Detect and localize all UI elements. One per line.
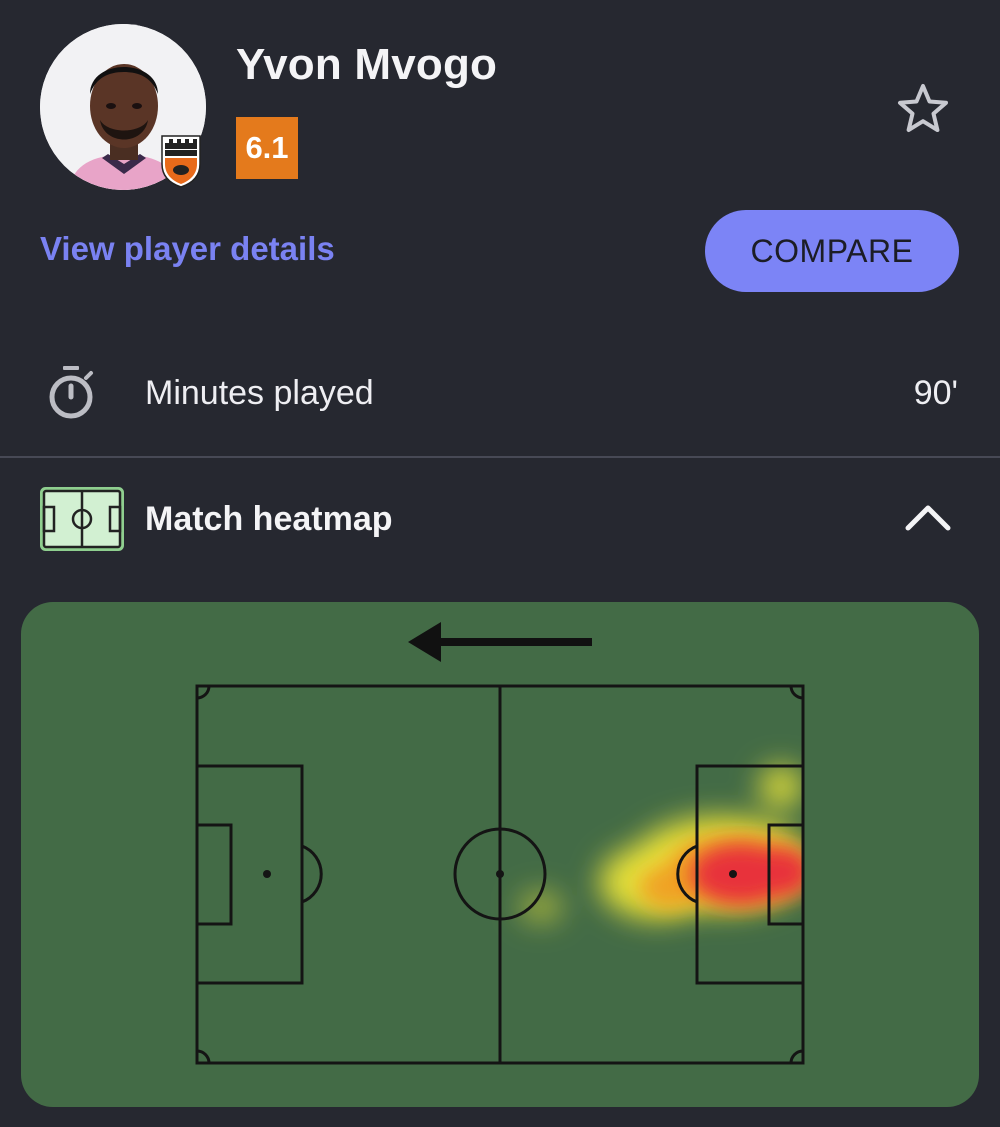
compare-button[interactable]: COMPARE	[705, 210, 959, 292]
rating-badge: 6.1	[236, 117, 298, 179]
stat-row-minutes-played: Minutes played 90'	[0, 340, 1000, 456]
attack-direction-arrow-icon	[408, 622, 592, 662]
heatmap-card	[21, 602, 979, 1107]
pitch-icon	[40, 487, 124, 551]
stopwatch-icon	[49, 366, 93, 419]
star-outline-icon[interactable]	[894, 80, 952, 138]
player-match-sheet: Yvon Mvogo 6.1 View player details COMPA…	[0, 0, 1000, 1127]
player-name: Yvon Mvogo	[236, 40, 498, 89]
chevron-up-icon[interactable]	[902, 500, 954, 534]
heatmap-title: Match heatmap	[145, 500, 393, 538]
club-badge-icon	[161, 135, 201, 188]
player-avatar-wrap[interactable]	[40, 24, 206, 190]
heatmap-section-toggle[interactable]: Match heatmap	[0, 458, 1000, 588]
heatmap-density	[519, 765, 803, 923]
stat-label: Minutes played	[145, 374, 374, 412]
heatmap-pitch	[195, 622, 805, 1065]
stat-value: 90'	[913, 374, 958, 412]
view-player-details-link[interactable]: View player details	[40, 230, 335, 268]
